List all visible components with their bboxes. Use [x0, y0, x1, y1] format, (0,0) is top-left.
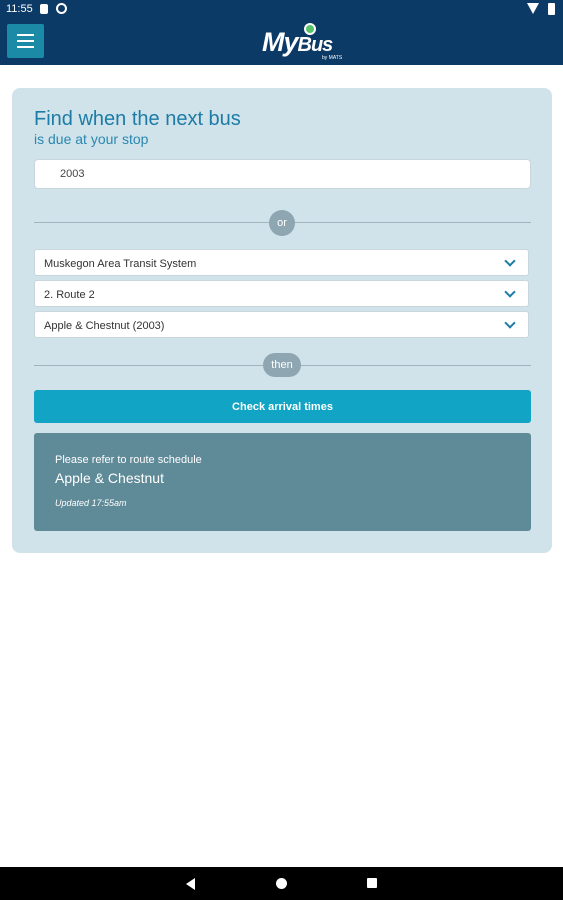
route-select[interactable]: 2. Route 2: [34, 280, 529, 307]
home-circle-icon[interactable]: [276, 878, 287, 889]
stop-select-value: Apple & Chestnut (2003): [44, 320, 165, 332]
stop-number-input[interactable]: [34, 159, 531, 189]
notification-icon: [40, 4, 48, 14]
chevron-down-icon: [504, 317, 516, 329]
next-bus-card: Find when the next bus is due at your st…: [12, 88, 552, 553]
chevron-down-icon: [504, 286, 516, 298]
agency-select-value: Muskegon Area Transit System: [44, 258, 197, 270]
logo-pin-icon: [304, 23, 316, 35]
sync-icon: [56, 3, 67, 14]
logo-bus: Bus: [297, 34, 334, 56]
result-note: Please refer to route schedule: [55, 454, 202, 466]
app-bar: MyBus by MATS: [0, 18, 563, 65]
mybus-logo: MyBus by MATS: [262, 23, 354, 61]
android-nav-bar: [0, 867, 563, 900]
status-time: 11:55: [6, 3, 33, 15]
result-stop-name: Apple & Chestnut: [55, 470, 164, 486]
route-select-value: 2. Route 2: [44, 289, 95, 301]
menu-button[interactable]: [7, 24, 44, 58]
agency-select[interactable]: Muskegon Area Transit System: [34, 249, 529, 276]
check-arrival-times-button[interactable]: Check arrival times: [34, 390, 531, 423]
logo-sub: by MATS: [322, 55, 343, 61]
logo-my: My: [262, 27, 299, 57]
card-title: Find when the next bus: [34, 108, 241, 130]
logo-text: MyBus: [262, 27, 334, 58]
recent-square-icon[interactable]: [367, 878, 377, 888]
or-badge: or: [269, 210, 295, 236]
chevron-down-icon: [504, 255, 516, 267]
back-triangle-icon[interactable]: [186, 878, 195, 890]
battery-icon: [548, 3, 555, 15]
result-updated-time: Updated 17:55am: [55, 498, 127, 508]
wifi-icon: [527, 3, 539, 14]
arrival-result-panel: Please refer to route schedule Apple & C…: [34, 433, 531, 531]
stop-select[interactable]: Apple & Chestnut (2003): [34, 311, 529, 338]
status-bar: 11:55: [0, 0, 563, 18]
then-badge: then: [263, 353, 301, 377]
card-subtitle: is due at your stop: [34, 131, 149, 147]
